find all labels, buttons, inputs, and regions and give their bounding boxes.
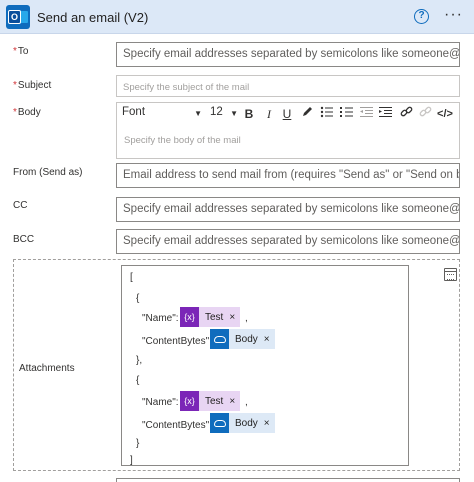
json-open-bracket: [ [130, 272, 133, 283]
dynamic-token[interactable]: Body × [210, 413, 275, 433]
body-label: *Body [13, 107, 41, 118]
json-comma: , [245, 313, 248, 324]
action-header[interactable]: O Send an email (V2) ? ··· [0, 0, 474, 34]
switch-to-array-icon[interactable] [444, 268, 457, 281]
json-comma: , [245, 397, 248, 408]
code-view-icon[interactable]: </> [437, 106, 453, 122]
attachments-input[interactable]: [ { "Name": {x} Test × , "ContentBytes":… [121, 265, 409, 466]
remove-token-icon[interactable]: × [229, 396, 235, 407]
cc-label: CC [13, 200, 28, 211]
variable-icon: {x} [180, 307, 199, 327]
variable-icon: {x} [180, 391, 199, 411]
json-close-bracket: ] [130, 455, 133, 466]
unlink-icon[interactable] [417, 106, 433, 122]
remove-token-icon[interactable]: × [229, 312, 235, 323]
from-input[interactable]: Email address to send mail from (require… [116, 163, 460, 188]
font-dropdown[interactable]: Font ▼ [122, 106, 202, 122]
token-label: Test [205, 311, 224, 323]
font-size-dropdown[interactable]: 12 ▼ [210, 106, 238, 122]
bold-button[interactable]: B [241, 106, 257, 122]
outlook-icon: O [6, 5, 30, 29]
json-contentbytes-key: "ContentBytes": [142, 420, 212, 431]
json-open-brace: { [136, 293, 140, 304]
decrease-indent-icon[interactable] [358, 106, 374, 122]
token-label: Test [205, 395, 224, 407]
cc-input[interactable]: Specify email addresses separated by sem… [116, 197, 460, 222]
more-options-icon[interactable]: ··· [444, 6, 463, 24]
dynamic-token[interactable]: {x} Test × [180, 307, 241, 327]
to-label: *To [13, 46, 29, 57]
json-contentbytes-key: "ContentBytes": [142, 336, 212, 347]
attachments-section: Attachments [ { "Name": {x} Test × , "Co… [13, 259, 460, 471]
numbered-list-icon[interactable] [338, 106, 354, 122]
json-close-brace: }, [136, 355, 143, 366]
token-label: Body [235, 333, 258, 345]
next-field-edge [116, 478, 460, 482]
highlight-pen-icon[interactable] [299, 106, 315, 122]
onedrive-icon [210, 329, 229, 349]
token-label: Body [235, 417, 258, 429]
body-editor[interactable]: Font ▼ 12 ▼ B I U </> Specify the body of … [116, 102, 460, 159]
chevron-down-icon: ▼ [230, 109, 238, 118]
bcc-input[interactable]: Specify email addresses separated by sem… [116, 229, 460, 254]
json-open-brace: { [136, 375, 140, 386]
onedrive-icon [210, 413, 229, 433]
json-name-key: "Name": [142, 397, 179, 408]
italic-button[interactable]: I [261, 106, 277, 122]
dynamic-token[interactable]: Body × [210, 329, 275, 349]
from-label: From (Send as) [13, 167, 83, 178]
remove-token-icon[interactable]: × [264, 334, 270, 345]
increase-indent-icon[interactable] [377, 106, 393, 122]
help-icon[interactable]: ? [414, 9, 429, 24]
json-close-brace: } [136, 438, 140, 449]
remove-token-icon[interactable]: × [264, 418, 270, 429]
attachments-label: Attachments [19, 363, 75, 374]
format-toolbar: Font ▼ 12 ▼ B I U </> [117, 103, 459, 125]
body-placeholder: Specify the body of the mail [124, 135, 241, 146]
dynamic-token[interactable]: {x} Test × [180, 391, 241, 411]
underline-button[interactable]: U [279, 106, 295, 122]
subject-label: *Subject [13, 80, 52, 91]
to-input[interactable]: Specify email addresses separated by sem… [116, 42, 460, 67]
bullet-list-icon[interactable] [318, 106, 334, 122]
bcc-label: BCC [13, 234, 35, 245]
link-icon[interactable] [398, 106, 414, 122]
action-title[interactable]: Send an email (V2) [37, 10, 148, 25]
chevron-down-icon: ▼ [194, 109, 202, 118]
subject-input[interactable]: Specify the subject of the mail [116, 75, 460, 97]
json-name-key: "Name": [142, 313, 179, 324]
